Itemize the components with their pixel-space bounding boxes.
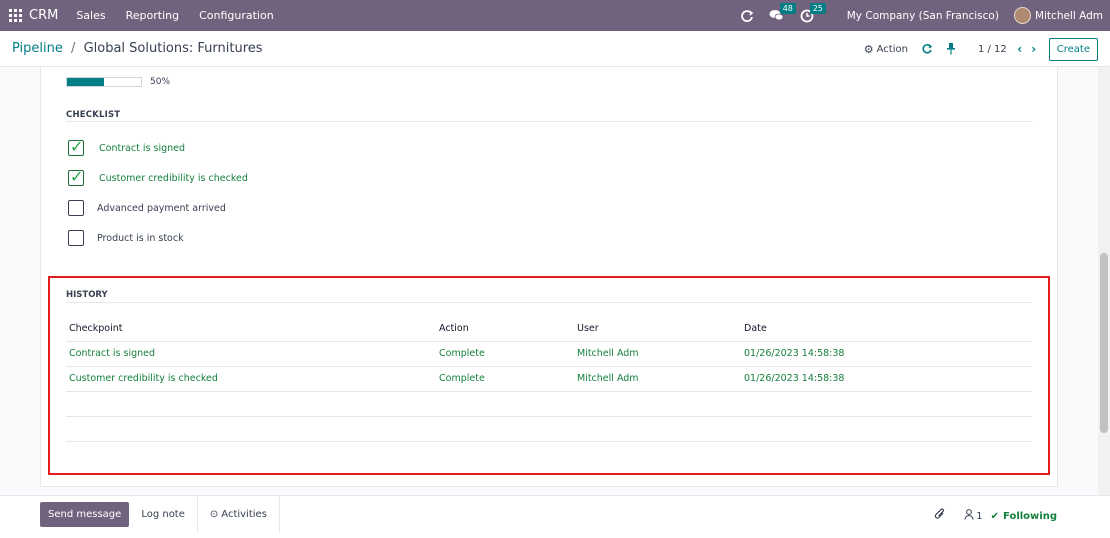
breadcrumb: Pipeline / Global Solutions: Furnitures [12, 41, 263, 56]
app-brand[interactable]: CRM [29, 8, 58, 23]
cell-checkpoint: Contract is signed [66, 341, 436, 367]
checklist-divider [66, 121, 1033, 122]
menu-item-reporting[interactable]: Reporting [126, 9, 179, 22]
cell-action: Complete [436, 366, 574, 392]
history-divider [66, 302, 1032, 303]
action-menu-button[interactable]: ⚙ Action [864, 43, 908, 56]
column-header-checkpoint[interactable]: Checkpoint [66, 316, 436, 342]
messages-badge: 48 [779, 2, 796, 14]
cell-checkpoint: Customer credibility is checked [66, 366, 436, 392]
menu-item-sales[interactable]: Sales [76, 9, 105, 22]
company-switcher[interactable]: My Company (San Francisco) [847, 10, 999, 22]
refresh-icon[interactable] [739, 8, 755, 24]
log-note-button[interactable]: Log note [129, 502, 197, 527]
action-label: Action [876, 43, 908, 55]
history-section: HISTORY Checkpoint Action User Date Cont… [48, 276, 1050, 475]
column-header-user[interactable]: User [574, 316, 741, 342]
followers-count: 1 [976, 510, 983, 522]
progress-row: 50% [66, 77, 170, 87]
history-table: Checkpoint Action User Date Contract is … [66, 316, 1032, 442]
checkbox-checked[interactable]: ✓ [68, 167, 84, 186]
breadcrumb-pipeline-link[interactable]: Pipeline [12, 41, 63, 56]
activities-badge: 25 [809, 2, 826, 14]
breadcrumb-current: Global Solutions: Furnitures [83, 41, 263, 56]
pager-previous-icon[interactable]: ‹ [1013, 42, 1027, 56]
checklist-item[interactable]: ✓ Contract is signed [68, 133, 248, 163]
column-header-action[interactable]: Action [436, 316, 574, 342]
checklist-item-label: Advanced payment arrived [97, 202, 226, 214]
cell-user: Mitchell Adm [574, 366, 741, 392]
control-panel-actions: ⚙ Action 1 / 12 ‹ › Create [864, 37, 1098, 61]
user-menu[interactable]: Mitchell Adm [1035, 10, 1103, 22]
main-menu: Sales Reporting Configuration [76, 9, 293, 22]
check-icon: ✔ [990, 510, 1000, 522]
following-button[interactable]: ✔ Following [991, 511, 1057, 522]
checklist-item-label: Product is in stock [97, 232, 184, 244]
scrollbar-thumb[interactable] [1100, 253, 1108, 433]
create-button[interactable]: Create [1048, 37, 1098, 61]
progress-bar [66, 77, 142, 87]
clock-icon: ⊙ [209, 509, 219, 520]
paperclip-icon[interactable] [934, 508, 946, 524]
empty-row [66, 416, 1032, 442]
checklist-item[interactable]: Advanced payment arrived [68, 193, 248, 223]
empty-row [66, 391, 1032, 417]
menu-item-configuration[interactable]: Configuration [199, 9, 274, 22]
sync-icon[interactable] [920, 42, 934, 56]
activities-button[interactable]: ⊙ Activities [196, 496, 280, 533]
top-navbar: CRM Sales Reporting Configuration 48 25 … [0, 0, 1110, 31]
followers-button[interactable]: 1 [964, 509, 983, 523]
checklist-title: CHECKLIST [66, 110, 121, 120]
chatter-right-actions: 1 ✔ Following [934, 508, 1057, 524]
gear-icon: ⚙ [863, 42, 874, 56]
messages-icon[interactable]: 48 [769, 2, 796, 24]
table-row[interactable]: Customer credibility is checked Complete… [66, 366, 1032, 392]
breadcrumb-separator: / [71, 41, 76, 56]
activities-label: Activities [221, 509, 267, 520]
checkbox-unchecked[interactable] [68, 200, 84, 216]
checklist-item[interactable]: ✓ Customer credibility is checked [68, 163, 248, 193]
table-row[interactable]: Contract is signed Complete Mitchell Adm… [66, 341, 1032, 367]
checkmark-icon: ✓ [70, 137, 84, 156]
form-content: 50% CHECKLIST ✓ Contract is signed ✓ Cus… [0, 67, 1098, 495]
checkbox-checked[interactable]: ✓ [68, 137, 84, 156]
systray: 48 25 My Company (San Francisco) Mitchel… [739, 0, 1103, 31]
pin-icon[interactable] [944, 42, 958, 56]
column-header-date[interactable]: Date [741, 316, 1032, 342]
history-title: HISTORY [66, 290, 108, 300]
checklist-item[interactable]: Product is in stock [68, 223, 248, 253]
apps-menu-icon[interactable] [9, 9, 22, 22]
cell-date: 01/26/2023 14:58:38 [741, 341, 1032, 367]
progress-fill [67, 78, 104, 86]
cell-action: Complete [436, 341, 574, 367]
progress-label: 50% [150, 77, 171, 87]
history-header-row: Checkpoint Action User Date [66, 316, 1032, 342]
user-avatar[interactable] [1013, 7, 1031, 24]
checkbox-unchecked[interactable] [68, 230, 84, 246]
checklist-item-label: Contract is signed [99, 142, 186, 154]
cell-user: Mitchell Adm [574, 341, 741, 367]
chatter-tabs: Send message Log note ⊙ Activities [40, 496, 280, 533]
vertical-scrollbar[interactable] [1098, 67, 1110, 495]
following-label: Following [1003, 510, 1057, 522]
control-panel: Pipeline / Global Solutions: Furnitures … [0, 31, 1110, 67]
send-message-button[interactable]: Send message [40, 502, 130, 527]
chatter-bar: Send message Log note ⊙ Activities 1 ✔ F… [0, 495, 1110, 538]
pager-value[interactable]: 1 / 12 [978, 44, 1007, 55]
checkmark-icon: ✓ [70, 167, 84, 186]
user-icon [964, 509, 974, 523]
cell-date: 01/26/2023 14:58:38 [741, 366, 1032, 392]
pager-next-icon[interactable]: › [1027, 42, 1041, 56]
checklist-item-label: Customer credibility is checked [99, 172, 248, 184]
checklist: ✓ Contract is signed ✓ Customer credibil… [68, 133, 248, 253]
activities-clock-icon[interactable]: 25 [799, 2, 826, 24]
